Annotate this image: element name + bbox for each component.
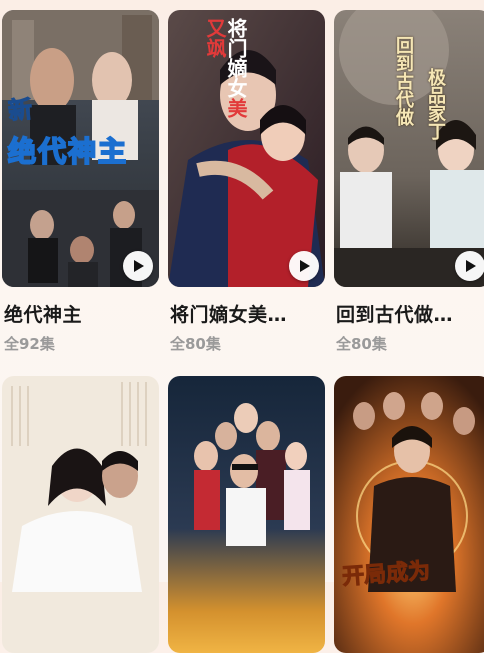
play-button[interactable] <box>289 251 319 281</box>
episode-count: 全80集 <box>170 335 221 353</box>
drama-poster[interactable]: 新 绝代神主 <box>2 10 159 287</box>
play-icon <box>134 260 144 272</box>
drama-poster[interactable] <box>168 376 325 653</box>
drama-title[interactable]: 回到古代做… <box>336 300 484 327</box>
drama-card[interactable]: 开局成为 <box>334 376 484 653</box>
poster-art <box>334 376 484 653</box>
poster-title-art: 将门嫡女美又飒 <box>176 18 248 128</box>
drama-poster[interactable] <box>2 376 159 653</box>
drama-card[interactable]: 新 绝代神主 绝代神主 全92集 <box>2 10 159 353</box>
poster-text-line1: 回到古代做 <box>393 36 414 126</box>
episode-count: 全92集 <box>4 335 55 353</box>
drama-poster[interactable]: 将门嫡女美又飒 <box>168 10 325 287</box>
drama-title[interactable]: 绝代神主 <box>4 300 156 327</box>
drama-card[interactable]: 回到古代做 极品家丁 回到古代做… 全80集 <box>334 10 484 353</box>
poster-art <box>168 376 325 653</box>
play-icon <box>466 260 476 272</box>
poster-art <box>2 376 159 653</box>
drama-card[interactable] <box>2 376 159 653</box>
drama-card[interactable] <box>168 376 325 653</box>
poster-title-art: 开局成为 <box>341 557 432 591</box>
drama-card[interactable]: 将门嫡女美又飒 将门嫡女美… 全80集 <box>168 10 325 353</box>
episode-count: 全80集 <box>336 335 387 353</box>
play-button[interactable] <box>123 251 153 281</box>
drama-title[interactable]: 将门嫡女美… <box>170 300 322 327</box>
poster-text-line1: 将门嫡女 <box>224 18 248 98</box>
drama-poster[interactable]: 回到古代做 极品家丁 <box>334 10 484 287</box>
play-icon <box>300 260 310 272</box>
poster-text-new: 新 <box>6 93 34 126</box>
drama-poster[interactable]: 开局成为 <box>334 376 484 653</box>
poster-text-line2: 极品家丁 <box>425 68 446 140</box>
poster-title-art: 绝代神主 <box>7 134 129 169</box>
play-button[interactable] <box>455 251 484 281</box>
